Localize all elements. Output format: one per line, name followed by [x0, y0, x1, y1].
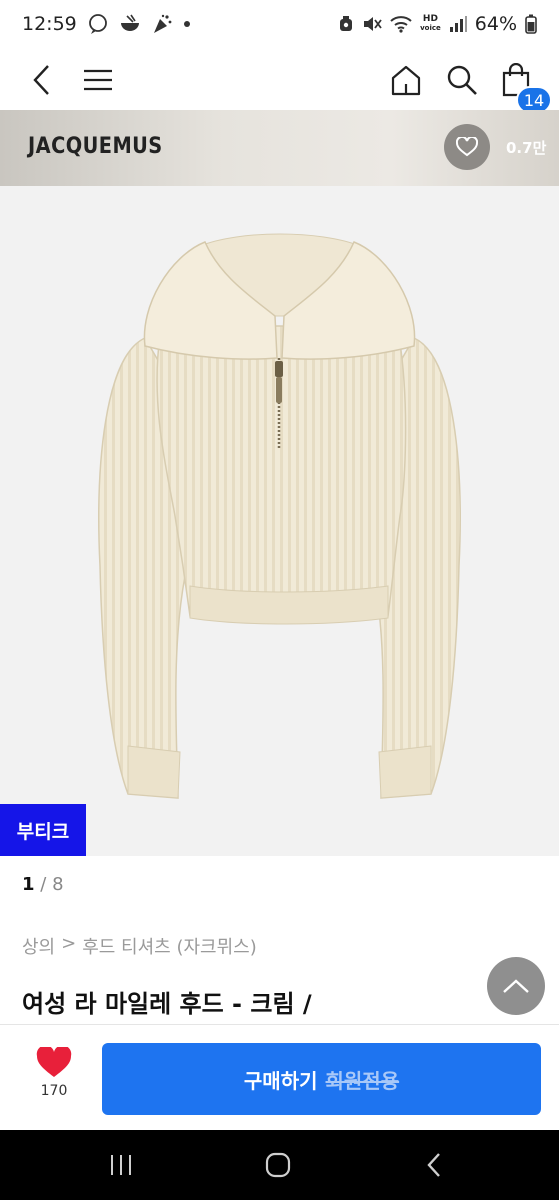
breadcrumb-separator: >	[61, 933, 77, 954]
image-page-separator: /	[40, 874, 47, 895]
bowl-icon	[119, 13, 141, 35]
image-page-current: 1	[22, 874, 35, 895]
alarm-icon	[338, 15, 354, 33]
recent-apps-icon	[111, 1155, 131, 1175]
brand-favorite-count: 0.7만	[506, 139, 547, 157]
heart-outline-icon	[456, 137, 478, 157]
search-icon	[447, 65, 477, 95]
scroll-to-top-button[interactable]	[487, 957, 545, 1015]
menu-button[interactable]	[76, 58, 120, 102]
purchase-action-bar: 170 구매하기 회원전용	[0, 1024, 559, 1130]
product-title: 여성 라 마일레 후드 - 크림 /	[22, 990, 312, 1018]
party-icon	[151, 13, 173, 35]
buy-button[interactable]: 구매하기 회원전용	[102, 1043, 541, 1115]
home-circle-icon	[265, 1152, 291, 1178]
status-time: 12:59	[22, 13, 77, 35]
brand-name[interactable]: JACQUEMUS	[28, 134, 163, 159]
mute-icon	[362, 15, 382, 33]
members-only-label: 회원전용	[325, 1068, 400, 1093]
search-button[interactable]	[440, 58, 484, 102]
wifi-icon	[390, 15, 412, 33]
image-page-total: 8	[52, 874, 64, 895]
menu-icon	[84, 69, 112, 91]
back-button[interactable]	[20, 58, 64, 102]
back-nav-button[interactable]	[414, 1147, 454, 1183]
image-page-indicator: 1 / 8	[22, 874, 64, 895]
boutique-badge: 부티크	[0, 804, 86, 856]
hd-voice-icon: HD voice	[420, 14, 441, 33]
breadcrumb-subcategory[interactable]: 후드 티셔츠 (자크뮈스)	[82, 933, 257, 959]
status-bar: 12:59 HD voice 64%	[0, 0, 559, 48]
home-button[interactable]	[384, 58, 428, 102]
recent-apps-button[interactable]	[101, 1147, 141, 1183]
like-button[interactable]: 170	[26, 1047, 82, 1111]
brand-favorite-button[interactable]	[444, 124, 490, 170]
notification-dot-icon	[183, 20, 191, 28]
home-icon	[391, 65, 421, 96]
like-count: 170	[40, 1083, 68, 1099]
sweater-image	[98, 233, 461, 799]
product-image[interactable]: 부티크	[0, 186, 559, 856]
app-header: 14	[0, 48, 559, 114]
buy-button-label: 구매하기	[243, 1068, 318, 1093]
battery-percent: 64%	[474, 13, 517, 35]
breadcrumb: 상의 > 후드 티셔츠 (자크뮈스)	[22, 933, 257, 959]
heart-icon	[36, 1047, 72, 1077]
signal-icon	[449, 16, 467, 32]
chevron-up-icon	[503, 979, 529, 993]
brand-banner[interactable]: JACQUEMUS 0.7만	[0, 110, 559, 186]
back-nav-icon	[427, 1153, 440, 1177]
home-nav-button[interactable]	[258, 1147, 298, 1183]
back-icon	[33, 65, 49, 95]
chat-bubble-icon	[87, 13, 109, 35]
system-navigation-bar	[0, 1130, 559, 1200]
breadcrumb-category[interactable]: 상의	[22, 933, 55, 959]
cart-button[interactable]: 14	[494, 58, 552, 114]
battery-icon	[525, 14, 537, 34]
